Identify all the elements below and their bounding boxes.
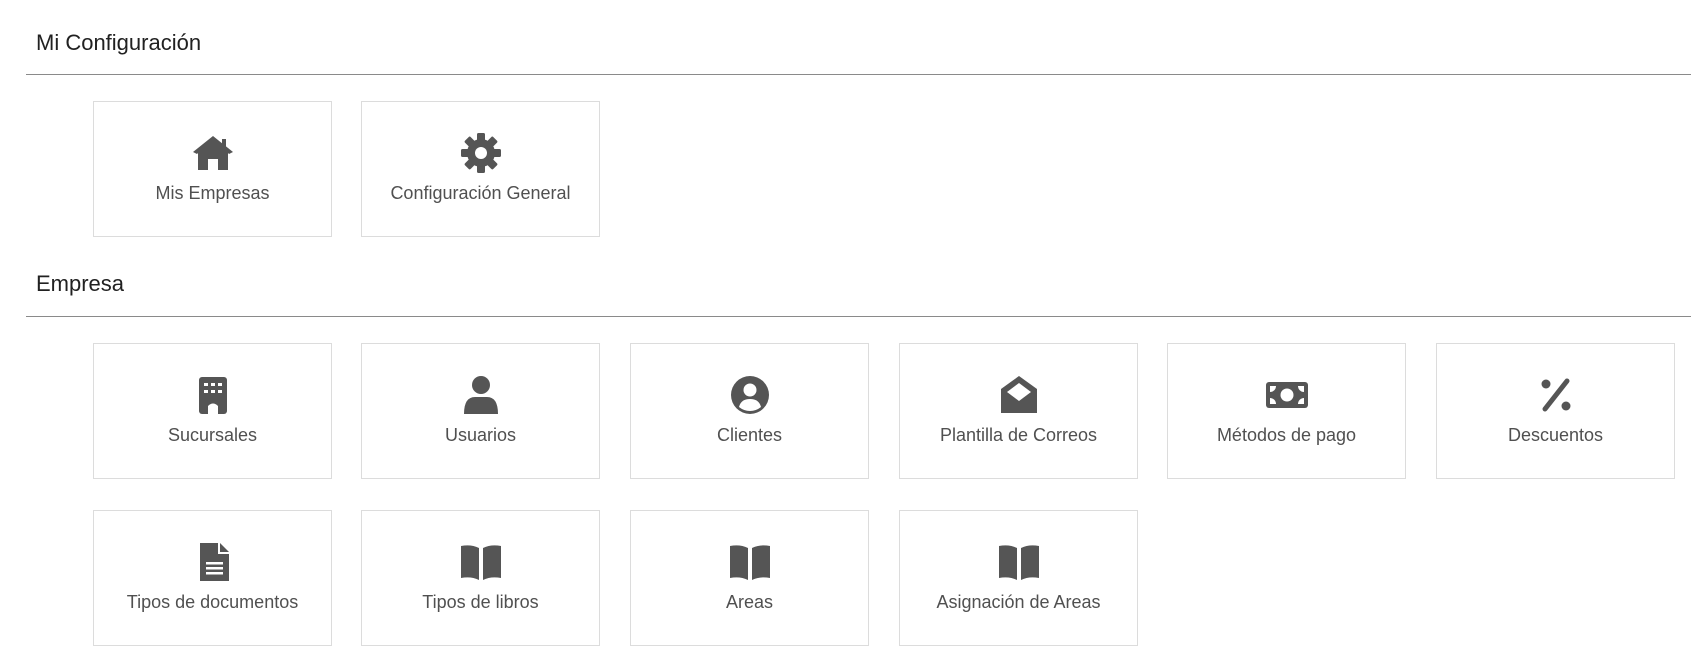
- home-icon: [191, 131, 235, 175]
- building-icon: [191, 373, 235, 417]
- document-icon: [191, 540, 235, 584]
- section-divider: [26, 316, 1691, 317]
- tile-label: Tipos de libros: [422, 592, 539, 612]
- tile-label: Areas: [725, 592, 774, 612]
- section-title-mi-configuracion: Mi Configuración: [36, 30, 202, 55]
- tile-label: Asignación de Areas: [936, 592, 1101, 612]
- gear-icon: [459, 131, 503, 175]
- tile-label: Métodos de pago: [1216, 425, 1357, 445]
- tile-plantilla-de-correos[interactable]: Plantilla de Correos: [899, 343, 1138, 479]
- tile-label: Tipos de documentos: [126, 592, 299, 612]
- tile-configuracion-general[interactable]: Configuración General: [361, 101, 600, 237]
- tile-areas[interactable]: Areas: [630, 510, 869, 646]
- user-icon: [459, 373, 503, 417]
- tile-metodos-de-pago[interactable]: Métodos de pago: [1167, 343, 1406, 479]
- percent-icon: [1534, 373, 1578, 417]
- envelope-open-icon: [997, 373, 1041, 417]
- book-open-icon: [459, 540, 503, 584]
- user-circle-icon: [728, 373, 772, 417]
- tile-label: Descuentos: [1507, 425, 1604, 445]
- tile-label: Sucursales: [167, 425, 258, 445]
- tile-label: Clientes: [716, 425, 783, 445]
- tile-sucursales[interactable]: Sucursales: [93, 343, 332, 479]
- tile-label: Mis Empresas: [155, 183, 270, 203]
- book-open-icon: [997, 540, 1041, 584]
- tile-usuarios[interactable]: Usuarios: [361, 343, 600, 479]
- tile-label: Plantilla de Correos: [939, 425, 1098, 445]
- tile-mis-empresas[interactable]: Mis Empresas: [93, 101, 332, 237]
- tile-label: Usuarios: [444, 425, 517, 445]
- book-open-icon: [728, 540, 772, 584]
- section-divider: [26, 74, 1691, 75]
- tile-tipos-de-libros[interactable]: Tipos de libros: [361, 510, 600, 646]
- tile-clientes[interactable]: Clientes: [630, 343, 869, 479]
- tile-tipos-de-documentos[interactable]: Tipos de documentos: [93, 510, 332, 646]
- tile-asignacion-de-areas[interactable]: Asignación de Areas: [899, 510, 1138, 646]
- tile-label: Configuración General: [390, 183, 571, 203]
- money-bill-icon: [1265, 373, 1309, 417]
- section-title-empresa: Empresa: [36, 271, 125, 296]
- tile-descuentos[interactable]: Descuentos: [1436, 343, 1675, 479]
